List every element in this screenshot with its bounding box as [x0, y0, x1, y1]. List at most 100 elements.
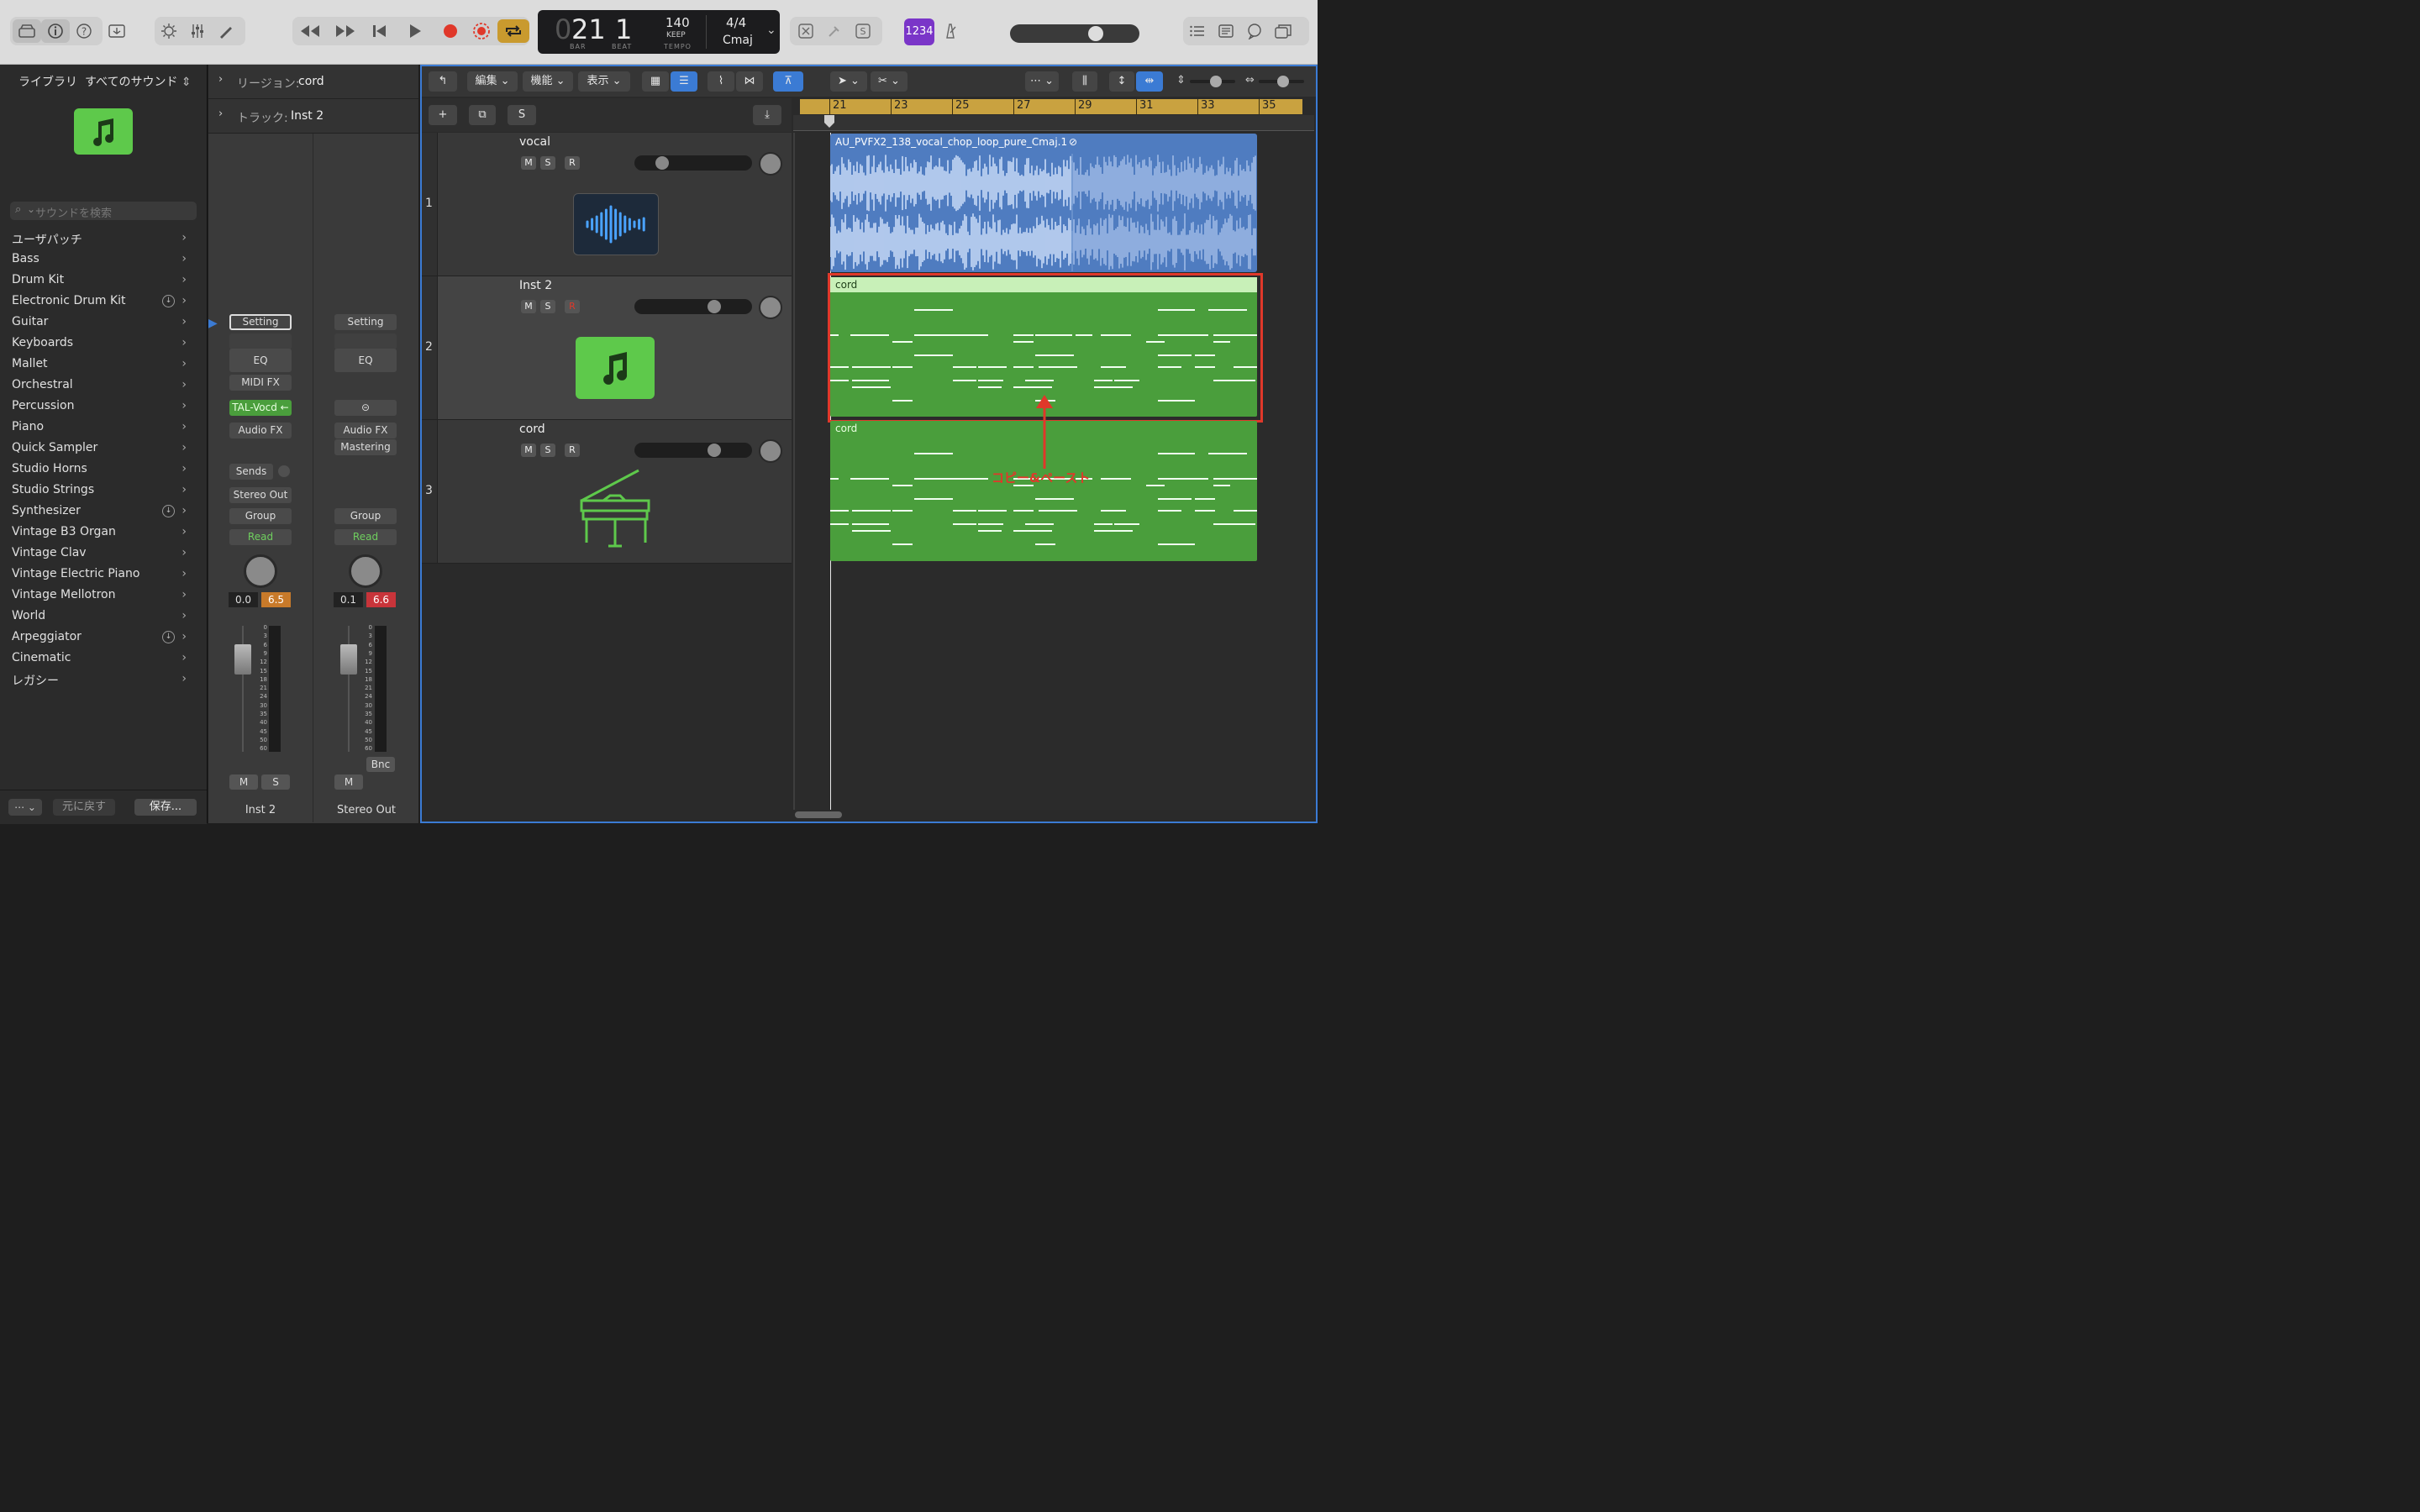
vertical-zoom-slider[interactable] [1190, 76, 1235, 87]
master-volume-thumb[interactable] [1088, 26, 1103, 41]
strip2-mute-button[interactable]: M [334, 774, 363, 790]
strip2-mastering-slot[interactable]: Mastering [334, 439, 397, 455]
count-in-button[interactable]: 1234 [904, 18, 934, 45]
library-category-item[interactable]: ユーザパッチ › [12, 231, 198, 249]
strip1-pan-knob[interactable] [244, 554, 277, 588]
fit-horizontal-icon[interactable]: ⇹ [1136, 71, 1163, 92]
flex-icon[interactable]: ⋈ [736, 71, 763, 92]
library-category-item[interactable]: World › [12, 609, 198, 627]
master-volume-slider[interactable] [1010, 24, 1139, 43]
library-category-item[interactable]: Studio Strings › [12, 483, 198, 501]
lcd-display[interactable]: 0 21 1 BAR BEAT 140 KEEP TEMPO 4/4 Cmaj … [538, 10, 780, 54]
strip2-peak-value[interactable]: 6.6 [366, 592, 396, 607]
record-enable-button[interactable]: R [565, 444, 580, 457]
track-inspector-row[interactable]: › トラック: Inst 2 [208, 99, 418, 134]
library-category-item[interactable]: Guitar › [12, 315, 198, 333]
duplicate-track-icon[interactable]: ⧉ [469, 105, 496, 125]
track-volume-thumb[interactable] [655, 156, 669, 170]
automation-icon[interactable]: ⌇ [708, 71, 734, 92]
strip1-gain-slot[interactable] [229, 333, 292, 349]
library-category-item[interactable]: Piano › [12, 420, 198, 438]
strip1-solo-button[interactable]: S [261, 774, 290, 790]
inspector-icon[interactable] [41, 19, 70, 43]
collapse-tracks-icon[interactable]: ⤓ [753, 105, 781, 125]
play-icon[interactable] [401, 19, 429, 43]
library-filter[interactable]: すべてのサウンド ⇕ [85, 73, 192, 90]
media-browser-icon[interactable] [1269, 19, 1297, 43]
note-pad-icon[interactable] [1212, 19, 1240, 43]
list-editors-icon[interactable] [1183, 19, 1212, 43]
strip2-eq-button[interactable]: EQ [334, 349, 397, 372]
library-category-item[interactable]: Percussion › [12, 399, 198, 417]
view-menu[interactable]: 表示 ⌄ [578, 71, 630, 92]
tuner-icon[interactable] [820, 19, 849, 43]
library-category-item[interactable]: Drum Kit › [12, 273, 198, 291]
horizontal-scrollbar[interactable] [795, 811, 842, 818]
pointer-tool-icon[interactable]: ➤ ⌄ [830, 71, 867, 92]
more-menu-icon[interactable]: ⋯ ⌄ [1025, 71, 1059, 92]
ruler[interactable] [793, 98, 1314, 132]
strip1-eq-button[interactable]: EQ [229, 349, 292, 372]
library-category-item[interactable]: Keyboards › [12, 336, 198, 354]
strip2-audio-fx-slot[interactable]: Audio FX [334, 423, 397, 438]
mute-button[interactable]: M [521, 156, 536, 170]
catch-icon[interactable]: ↰ [429, 71, 457, 92]
add-track-icon[interactable]: + [429, 105, 457, 125]
cycle-icon[interactable] [497, 19, 529, 43]
save-button[interactable]: 保存... [134, 799, 197, 816]
capture-recording-icon[interactable] [468, 19, 497, 43]
strip2-volume-value[interactable]: 0.1 [334, 592, 363, 607]
library-category-item[interactable]: Mallet › [12, 357, 198, 375]
strip1-automation-mode[interactable]: Read [229, 529, 292, 545]
library-category-item[interactable]: Electronic Drum Kit ↓ › [12, 294, 198, 312]
record-icon[interactable] [436, 19, 465, 43]
track-volume-slider[interactable] [634, 299, 752, 314]
track-header[interactable]: 2 Inst 2 MSR [422, 276, 792, 420]
download-icon[interactable]: ↓ [162, 505, 175, 517]
cycle-region[interactable] [800, 99, 1302, 114]
strip2-bounce-button[interactable]: Bnc [366, 757, 395, 772]
track-header[interactable]: 1 vocal M S R [422, 133, 792, 276]
library-category-item[interactable]: Vintage B3 Organ › [12, 525, 198, 543]
library-category-item[interactable]: Quick Sampler › [12, 441, 198, 459]
audio-region[interactable]: AU_PVFX2_138_vocal_chop_loop_pure_Cmaj.1… [830, 134, 1257, 272]
vertical-zoom-icon[interactable]: ↕ [1109, 71, 1134, 92]
strip1-group-slot[interactable]: Group [229, 508, 292, 524]
mute-button[interactable]: M [521, 444, 536, 457]
library-category-item[interactable]: Synthesizer ↓ › [12, 504, 198, 522]
mixer-icon[interactable] [183, 19, 212, 43]
track-volume-thumb[interactable] [707, 444, 721, 457]
library-category-item[interactable]: Orchestral › [12, 378, 198, 396]
functions-menu[interactable]: 機能 ⌄ [523, 71, 573, 92]
track-pan-knob[interactable] [759, 152, 782, 176]
library-category-item[interactable]: Studio Horns › [12, 462, 198, 480]
strip2-volume-fader[interactable] [340, 644, 357, 675]
record-enable-button[interactable]: R [565, 300, 580, 313]
strip2-automation-mode[interactable]: Read [334, 529, 397, 545]
track-header[interactable]: 3 cord M S R [422, 420, 792, 564]
track-name[interactable]: cord [519, 423, 545, 436]
library-action-menu-icon[interactable]: ⋯ ⌄ [8, 799, 42, 816]
lcd-chevron-down-icon[interactable]: ⌄ [766, 24, 776, 37]
library-category-item[interactable]: Bass › [12, 252, 198, 270]
track-volume-slider[interactable] [634, 155, 752, 171]
download-icon[interactable] [103, 19, 131, 43]
list-view-icon[interactable]: ☰ [671, 71, 697, 92]
strip1-peak-value[interactable]: 6.5 [261, 592, 291, 607]
go-to-start-icon[interactable] [366, 19, 394, 43]
library-category-item[interactable]: レガシー › [12, 672, 198, 690]
library-category-item[interactable]: Cinematic › [12, 651, 198, 669]
snap-icon[interactable]: ⊼ [773, 71, 803, 92]
track-volume-slider[interactable] [634, 443, 752, 458]
strip1-midi-fx-slot[interactable]: MIDI FX [229, 375, 292, 391]
track-pan-knob[interactable] [759, 439, 782, 463]
waveform-zoom-icon[interactable]: ⫼ [1072, 71, 1097, 92]
grid-view-icon[interactable]: ▦ [642, 71, 669, 92]
track-name[interactable]: Inst 2 [519, 279, 552, 292]
library-category-item[interactable]: Arpeggiator ↓ › [12, 630, 198, 648]
track-volume-thumb[interactable] [707, 300, 721, 313]
edit-menu[interactable]: 編集 ⌄ [467, 71, 518, 92]
strip1-output-slot[interactable]: Stereo Out [229, 487, 292, 503]
sound-search-field[interactable]: ⌕ ⌄ サウンドを検索 [10, 202, 197, 220]
metronome-icon[interactable] [936, 19, 965, 43]
